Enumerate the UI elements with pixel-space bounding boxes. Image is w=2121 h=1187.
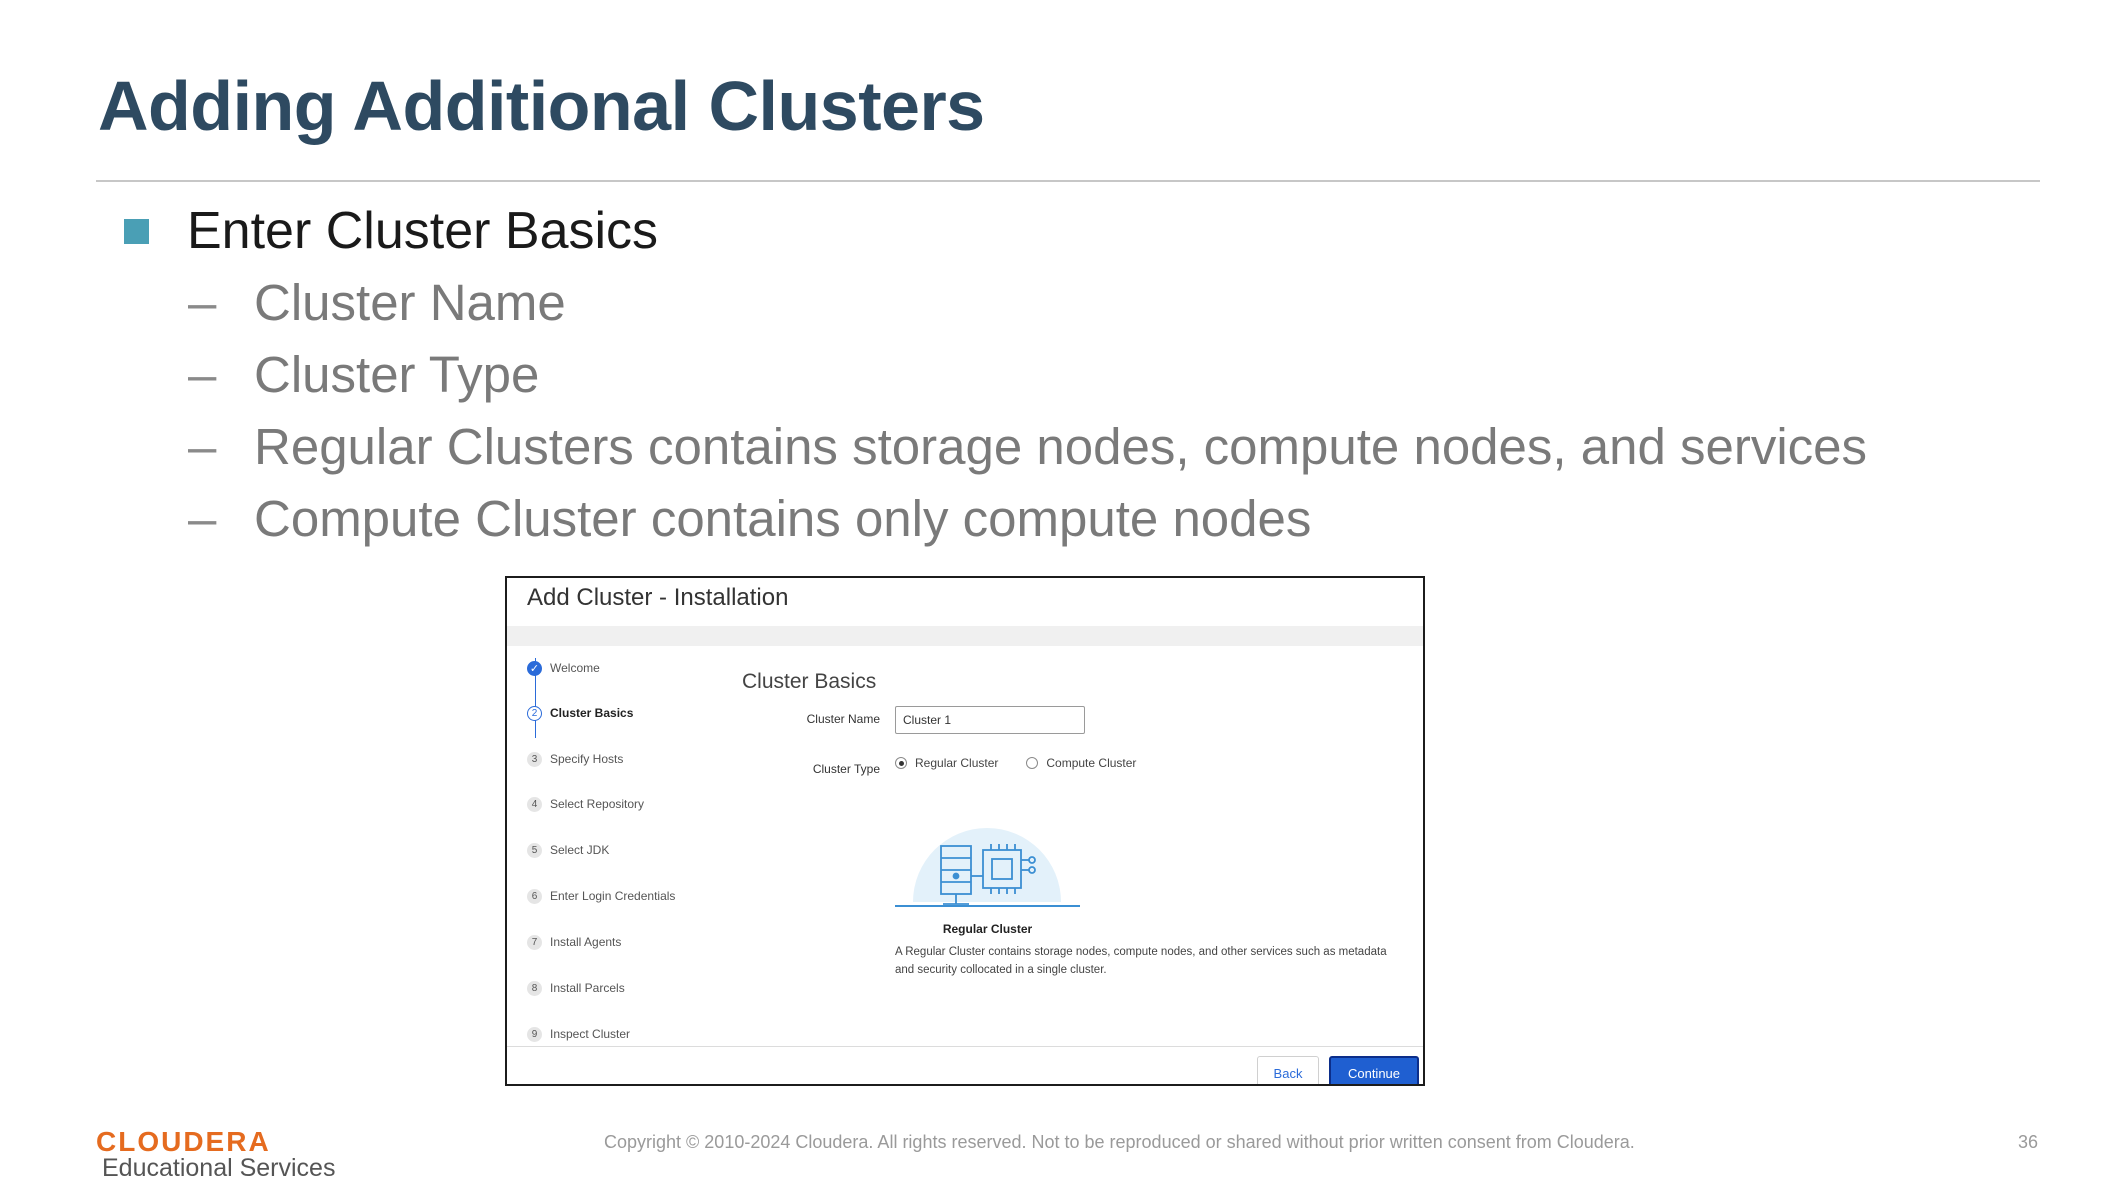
- bullet-square-icon: [124, 218, 149, 244]
- section-title: Cluster Basics: [742, 670, 877, 693]
- sub-bullet-text: Regular Clusters contains storage nodes,…: [254, 417, 1868, 475]
- wizard-step-inspect-cluster[interactable]: 9 Inspect Cluster: [527, 1024, 630, 1044]
- logo-subtitle: Educational Services: [102, 1154, 336, 1182]
- dash-icon: –: [188, 273, 217, 331]
- copyright-text: Copyright © 2010-2024 Cloudera. All righ…: [604, 1132, 1635, 1152]
- step-number: 3: [527, 751, 542, 767]
- dialog-header-band: [507, 626, 1423, 646]
- sub-bullet: – Cluster Name: [188, 266, 1867, 338]
- regular-cluster-illustration: [895, 828, 1080, 907]
- step-label: Inspect Cluster: [550, 1027, 631, 1041]
- wizard-steps-nav: ✓ Welcome 2 Cluster Basics 3 Specify Hos…: [507, 646, 720, 1046]
- radio-unchecked-icon: [1026, 757, 1039, 769]
- cluster-type-radio-group: Regular Cluster Compute Cluster: [895, 756, 1164, 770]
- dash-icon: –: [188, 345, 217, 403]
- continue-button[interactable]: Continue: [1329, 1056, 1419, 1084]
- dash-icon: –: [188, 417, 217, 475]
- page-number: 36: [2018, 1132, 2039, 1152]
- main-bullet: Enter Cluster Basics: [124, 196, 658, 266]
- wizard-step-select-jdk[interactable]: 5 Select JDK: [527, 840, 609, 860]
- back-button[interactable]: Back: [1257, 1056, 1319, 1084]
- sub-bullet-list: – Cluster Name – Cluster Type – Regular Clu…: [188, 266, 1867, 554]
- wizard-step-specify-hosts[interactable]: 3 Specify Hosts: [527, 749, 623, 769]
- wizard-step-login-credentials[interactable]: 6 Enter Login Credentials: [527, 886, 675, 906]
- title-divider: [96, 180, 2040, 182]
- sub-bullet-text: Cluster Name: [254, 273, 566, 331]
- step-number: 2: [527, 705, 542, 721]
- step-label: Welcome: [550, 661, 600, 675]
- radio-regular-cluster[interactable]: Regular Cluster: [895, 756, 998, 770]
- sub-bullet: – Compute Cluster contains only compute n…: [188, 482, 1867, 554]
- step-label: Install Agents: [550, 935, 622, 949]
- step-number: 8: [527, 980, 542, 996]
- check-icon: ✓: [527, 660, 542, 676]
- dash-icon: –: [188, 489, 217, 547]
- step-label: Cluster Basics: [550, 706, 634, 720]
- slide-title: Adding Additional Clusters: [98, 67, 985, 145]
- step-number: 9: [527, 1026, 542, 1042]
- wizard-step-cluster-basics[interactable]: 2 Cluster Basics: [527, 703, 633, 723]
- illustration-description: A Regular Cluster contains storage nodes…: [895, 946, 1387, 976]
- step-label: Install Parcels: [550, 981, 625, 995]
- dialog-footer-divider: [507, 1046, 1423, 1047]
- cluster-name-input[interactable]: [895, 706, 1085, 734]
- wizard-step-welcome[interactable]: ✓ Welcome: [527, 658, 600, 678]
- step-number: 6: [527, 888, 542, 904]
- illustration-caption: Regular Cluster: [942, 922, 1033, 936]
- radio-compute-cluster[interactable]: Compute Cluster: [1026, 756, 1136, 770]
- step-label: Enter Login Credentials: [550, 889, 676, 903]
- main-bullet-text: Enter Cluster Basics: [187, 202, 659, 260]
- add-cluster-dialog: Add Cluster - Installation ✓ Welcome 2 C…: [505, 576, 1425, 1086]
- sub-bullet-text: Cluster Type: [254, 345, 540, 403]
- cluster-name-label: Cluster Name: [806, 712, 880, 726]
- wizard-step-install-parcels[interactable]: 8 Install Parcels: [527, 978, 625, 998]
- wizard-step-select-repository[interactable]: 4 Select Repository: [527, 794, 644, 814]
- dialog-title: Add Cluster - Installation: [527, 584, 789, 611]
- radio-label: Compute Cluster: [1046, 756, 1137, 770]
- step-number: 4: [527, 796, 542, 812]
- step-label: Specify Hosts: [550, 752, 624, 766]
- radio-checked-icon: [895, 757, 907, 769]
- step-label: Select Repository: [550, 797, 645, 811]
- sub-bullet: – Cluster Type: [188, 338, 1867, 410]
- cluster-basics-panel: Cluster Basics Cluster Name Cluster Type…: [720, 646, 1423, 1046]
- wizard-step-install-agents[interactable]: 7 Install Agents: [527, 932, 621, 952]
- step-label: Select JDK: [550, 843, 610, 857]
- step-number: 7: [527, 934, 542, 950]
- sub-bullet: – Regular Clusters contains storage nodes…: [188, 410, 1867, 482]
- sub-bullet-text: Compute Cluster contains only compute no…: [254, 489, 1312, 547]
- radio-label: Regular Cluster: [915, 756, 999, 770]
- step-number: 5: [527, 842, 542, 858]
- cluster-type-label: Cluster Type: [812, 762, 880, 776]
